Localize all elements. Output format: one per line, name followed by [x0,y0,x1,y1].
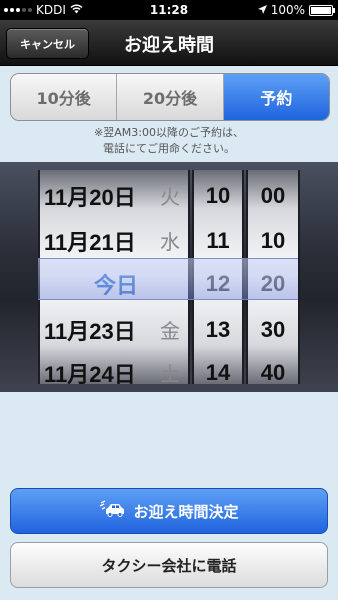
weekday-label: 土 [160,364,180,384]
minute-row[interactable]: 00 [248,173,298,218]
date-row[interactable]: 11月21日 水 [40,218,188,263]
note-line-2: 電話にてご用命ください。 [103,142,235,155]
date-row[interactable]: 11月23日 金 [40,307,188,352]
today-label: 今日 [93,272,138,298]
status-bar: KDDI 11:28 100% [0,0,338,20]
confirm-label: お迎え時間決定 [133,502,239,521]
navigation-bar: キャンセル お迎え時間 [0,20,338,66]
location-arrow-icon [257,3,267,17]
segment-20min[interactable]: 20分後 [117,74,224,120]
minute-wheel[interactable]: 00 10 20 30 40 [246,170,300,384]
weekday-label: 金 [160,321,180,343]
segment-reserve[interactable]: 予約 [223,74,329,120]
hour-row[interactable]: 13 [194,307,242,352]
hour-row[interactable]: 14 [194,350,242,385]
weekday-label: 水 [160,232,180,254]
hour-row[interactable]: 11 [194,218,242,263]
note-line-1: ※翌AM3:00以降のご予約は、 [94,126,244,139]
minute-row[interactable]: 10 [248,218,298,263]
segment-10min[interactable]: 10分後 [11,74,118,120]
datetime-picker: 11月20日 火 11月21日 水 今日 11月23日 金 11月24日 土 1… [0,162,338,392]
date-row[interactable]: 11月24日 土 [40,350,188,385]
page-title: お迎え時間 [124,35,214,56]
date-wheel[interactable]: 11月20日 火 11月21日 水 今日 11月23日 金 11月24日 土 [38,170,190,384]
hour-wheel[interactable]: 10 11 12 13 14 [192,170,244,384]
reservation-note: ※翌AM3:00以降のご予約は、 電話にてご用命ください。 [0,125,338,157]
battery-percent: 100% [270,3,305,17]
taxi-icon [99,500,125,522]
date-row-selected[interactable]: 今日 [40,261,188,306]
minute-row-selected[interactable]: 20 [248,261,298,306]
minute-row[interactable]: 40 [248,350,298,385]
hour-row[interactable]: 10 [194,173,242,218]
date-label: 11月23日 [44,318,136,344]
date-label: 11月24日 [44,361,136,385]
status-right: 100% [257,3,335,17]
time-segmented-control: 10分後 20分後 予約 [10,73,330,121]
battery-icon [309,4,335,16]
date-label: 11月21日 [44,229,136,255]
confirm-pickup-time-button[interactable]: お迎え時間決定 [10,488,328,534]
hour-row-selected[interactable]: 12 [194,261,242,306]
minute-row[interactable]: 30 [248,307,298,352]
call-taxi-company-button[interactable]: タクシー会社に電話 [10,542,328,588]
date-label: 11月20日 [44,184,136,210]
weekday-label: 火 [160,187,180,209]
date-row[interactable]: 11月20日 火 [40,173,188,218]
